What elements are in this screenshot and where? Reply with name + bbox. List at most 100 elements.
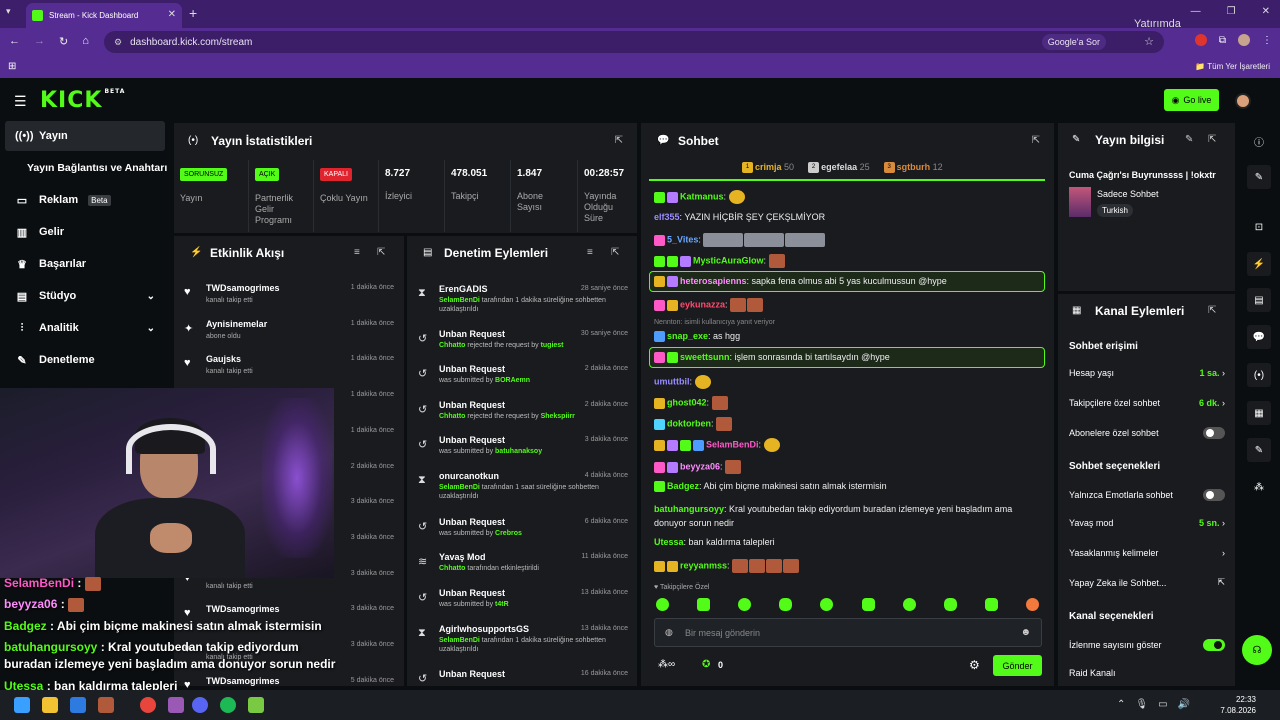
- edit-icon[interactable]: ✎: [1247, 165, 1271, 189]
- chat-message[interactable]: eykunazza:: [654, 298, 764, 312]
- filter-icon[interactable]: ≡: [587, 247, 593, 258]
- category-name[interactable]: Sadece Sohbet: [1097, 189, 1159, 199]
- emote-icon[interactable]: [779, 598, 793, 611]
- table-row[interactable]: ⧗ onurcanotkun SelamBenDi tarafından 1 saa…: [412, 469, 634, 503]
- slow-mode-setting[interactable]: Yavaş mod 5 sn. ›: [1069, 518, 1225, 528]
- broadcast-icon[interactable]: (•): [1247, 363, 1271, 387]
- chat-message[interactable]: umuttbil:: [654, 375, 712, 389]
- edit-icon[interactable]: ✎: [1185, 134, 1193, 145]
- chat-message[interactable]: batuhangursoyy: Kral youtubedan takip ed…: [654, 502, 1039, 530]
- points-icon[interactable]: ✪: [702, 659, 710, 670]
- chat-username[interactable]: snap_exe: [667, 331, 708, 341]
- minimize-icon[interactable]: —: [1191, 6, 1201, 17]
- send-button[interactable]: Gönder: [993, 655, 1042, 676]
- extension-icon[interactable]: [1194, 34, 1207, 46]
- account-age-setting[interactable]: Hesap yaşı 1 sa. ›: [1069, 368, 1225, 378]
- table-row[interactable]: ≋ Yavaş Mod Chhatto tarafından etkinleştir…: [412, 550, 634, 584]
- chat-message[interactable]: elf355: YAZIN HİÇBİR ŞEY ÇEKŞLMİYOR: [654, 212, 825, 222]
- chat-username[interactable]: 5_Vites: [667, 234, 698, 244]
- file-explorer-icon[interactable]: [42, 697, 58, 713]
- chat-message[interactable]: 5_Vites:: [654, 233, 826, 247]
- volume-icon[interactable]: 🔊: [1178, 699, 1190, 710]
- table-row[interactable]: ↺ Unban Request Chhatto rejected the reque…: [412, 327, 634, 361]
- puzzle-icon[interactable]: ⧉: [1219, 35, 1226, 46]
- chat-users-icon[interactable]: ⁂∞: [658, 659, 675, 670]
- app-icon[interactable]: [248, 697, 264, 713]
- chat-username[interactable]: Badgez: [667, 481, 699, 491]
- emoji-icon[interactable]: ☻: [1020, 627, 1031, 638]
- subs-only-toggle[interactable]: [1203, 427, 1225, 439]
- table-row[interactable]: ↺ Unban Request Chhatto rejected the reque…: [412, 398, 634, 432]
- chat-username[interactable]: doktorben: [667, 418, 711, 428]
- popout-icon[interactable]: ⇱: [611, 247, 619, 258]
- ai-chat-setting[interactable]: Yapay Zeka ile Sohbet... ⇱: [1069, 577, 1225, 588]
- popout-icon[interactable]: ⇱: [1208, 305, 1216, 316]
- spotify-icon[interactable]: [220, 697, 236, 713]
- tag-chip[interactable]: Turkish: [1097, 204, 1133, 217]
- emote-icon[interactable]: [738, 598, 752, 611]
- crop-icon[interactable]: ⊡: [1247, 215, 1271, 239]
- hamburger-menu-icon[interactable]: ☰: [14, 93, 27, 110]
- sidebar-item-achievements[interactable]: ♛ Başarılar: [5, 249, 165, 279]
- microphone-icon[interactable]: 🎙: [1135, 699, 1148, 710]
- start-icon[interactable]: [14, 697, 30, 713]
- chat-message[interactable]: SelamBenDi:: [654, 438, 781, 452]
- forward-icon[interactable]: →: [34, 35, 45, 48]
- back-icon[interactable]: ←: [9, 35, 20, 48]
- sidebar-item-moderation[interactable]: ✎ Denetleme: [5, 345, 165, 375]
- user-avatar[interactable]: [1235, 93, 1251, 109]
- list-item[interactable]: ♥ Gaujsks kanalı takip etti 1 dakika önce: [180, 351, 398, 387]
- chevron-up-icon[interactable]: ⌃: [1117, 699, 1125, 710]
- show-viewers-toggle[interactable]: [1203, 639, 1225, 651]
- menu-dots-icon[interactable]: ⋮: [1262, 35, 1272, 46]
- go-live-button[interactable]: ◉ Go live: [1164, 89, 1219, 111]
- kick-logo[interactable]: KICK BETA: [40, 88, 125, 113]
- maximize-icon[interactable]: ❐: [1227, 6, 1236, 17]
- tab-search-icon[interactable]: ▾: [6, 6, 20, 20]
- close-window-icon[interactable]: ✕: [1262, 6, 1270, 17]
- popout-icon[interactable]: ⇱: [615, 135, 623, 146]
- sidebar-item-analytics[interactable]: ⫶ Analitik ⌄: [5, 313, 165, 343]
- gifter-2[interactable]: 2 egefelaa 25: [808, 162, 870, 174]
- category-thumbnail[interactable]: [1069, 187, 1091, 217]
- bookmark-star-icon[interactable]: ☆: [1144, 35, 1154, 48]
- emote-icon[interactable]: [1025, 598, 1039, 611]
- table-row[interactable]: ↺ Unban Request was submitted by batuhanak…: [412, 433, 634, 467]
- chat-username[interactable]: elf355: [654, 212, 680, 222]
- chat-username[interactable]: reyyanmss: [680, 560, 727, 570]
- chat-message[interactable]: beyyza06:: [654, 460, 742, 474]
- support-headset-icon[interactable]: ☊: [1242, 635, 1272, 665]
- chat-username[interactable]: ghost042: [667, 397, 707, 407]
- stats-icon[interactable]: ▦: [1247, 401, 1271, 425]
- chat-username[interactable]: batuhangursoyy: [654, 504, 724, 514]
- document-icon[interactable]: ▤: [1247, 288, 1271, 312]
- app-icon[interactable]: [98, 697, 114, 713]
- network-icon[interactable]: ▭: [1158, 699, 1167, 710]
- discord-icon[interactable]: [192, 697, 208, 713]
- sidebar-item-revenue[interactable]: ▥ Gelir: [5, 217, 165, 247]
- apps-icon[interactable]: ⁂: [1247, 475, 1271, 499]
- emote-icon[interactable]: [943, 598, 957, 611]
- banned-words-setting[interactable]: Yasaklanmış kelimeler ›: [1069, 548, 1225, 558]
- emote-icon[interactable]: [697, 598, 711, 611]
- chat-message[interactable]: Katmanus:: [654, 190, 746, 204]
- gifter-3[interactable]: 3 sgtburh 12: [883, 162, 943, 174]
- popout-icon[interactable]: ⇱: [1032, 135, 1040, 146]
- emote-icon[interactable]: [656, 598, 669, 611]
- apps-grid-icon[interactable]: ⊞: [8, 61, 16, 72]
- google-search-chip[interactable]: Google'a Sor: [1041, 34, 1106, 50]
- emote-icon[interactable]: [861, 598, 875, 611]
- chat-username[interactable]: eykunazza: [680, 299, 725, 309]
- chat-username[interactable]: sweettsunn: [680, 352, 730, 362]
- sidebar-item-studio[interactable]: ▤ Stüdyo ⌄: [5, 281, 165, 311]
- chat-message[interactable]: ghost042:: [654, 396, 729, 410]
- reload-icon[interactable]: ↻: [59, 35, 68, 48]
- list-item[interactable]: ✦ Aynisinemelar abone oldu 1 dakika önce: [180, 316, 398, 352]
- chat-username[interactable]: umuttbil: [654, 376, 690, 386]
- chat-username[interactable]: beyyza06: [680, 461, 720, 471]
- emote-icon[interactable]: [820, 598, 834, 611]
- chat-message[interactable]: reyyanmss:: [654, 559, 800, 573]
- app-icon[interactable]: [70, 697, 86, 713]
- profile-avatar-icon[interactable]: [1238, 34, 1250, 46]
- new-tab-button[interactable]: +: [189, 5, 197, 21]
